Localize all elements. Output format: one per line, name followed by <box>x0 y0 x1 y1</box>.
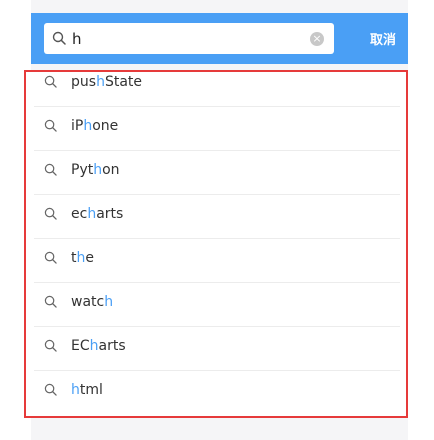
suggestion-list: pushState iPhone Python echarts the watc… <box>34 72 400 415</box>
text-after: one <box>92 118 119 134</box>
text-before: iP <box>71 118 84 134</box>
suggestion-label: html <box>71 382 103 398</box>
text-after: arts <box>98 338 126 354</box>
text-before: EC <box>71 338 90 354</box>
search-icon <box>44 383 57 396</box>
suggestion-item[interactable]: Python <box>34 151 400 195</box>
suggestion-item[interactable]: iPhone <box>34 107 400 151</box>
text-before: pus <box>71 74 97 90</box>
search-icon <box>44 339 57 352</box>
search-field[interactable]: × <box>44 23 334 54</box>
search-icon <box>44 119 57 132</box>
match-highlight: h <box>71 382 80 398</box>
suggestion-item[interactable]: ECharts <box>34 327 400 371</box>
text-after: arts <box>96 206 124 222</box>
suggestion-item[interactable]: the <box>34 239 400 283</box>
search-icon <box>44 207 57 220</box>
search-bar: × 取消 <box>31 13 408 64</box>
text-before: Pyt <box>71 162 94 178</box>
match-highlight: h <box>104 294 114 310</box>
text-before: ec <box>71 206 88 222</box>
match-highlight: h <box>93 162 103 178</box>
search-icon <box>52 31 66 45</box>
search-input[interactable] <box>72 26 302 51</box>
suggestion-item[interactable]: html <box>34 371 400 415</box>
match-highlight: h <box>83 118 93 134</box>
suggestion-label: pushState <box>71 74 142 90</box>
suggestion-label: ECharts <box>71 338 126 354</box>
suggestion-label: echarts <box>71 206 123 222</box>
text-after: e <box>85 250 94 266</box>
search-icon <box>44 163 57 176</box>
clear-icon[interactable]: × <box>310 32 324 46</box>
search-icon <box>44 251 57 264</box>
suggestion-label: iPhone <box>71 118 118 134</box>
text-after: tml <box>79 382 103 398</box>
text-after: on <box>102 162 120 178</box>
cancel-button[interactable]: 取消 <box>370 29 396 48</box>
text-before: watc <box>71 294 105 310</box>
suggestion-label: watch <box>71 294 113 310</box>
suggestion-panel: pushState iPhone Python echarts the watc… <box>24 70 408 418</box>
suggestion-label: the <box>71 250 94 266</box>
suggestion-item[interactable]: pushState <box>34 72 400 107</box>
match-highlight: h <box>89 338 99 354</box>
match-highlight: h <box>87 206 97 222</box>
text-after: State <box>104 74 142 90</box>
suggestion-item[interactable]: echarts <box>34 195 400 239</box>
search-icon <box>44 295 57 308</box>
suggestion-item[interactable]: watch <box>34 283 400 327</box>
search-icon <box>44 75 57 88</box>
suggestion-label: Python <box>71 162 120 178</box>
match-highlight: h <box>96 74 105 90</box>
